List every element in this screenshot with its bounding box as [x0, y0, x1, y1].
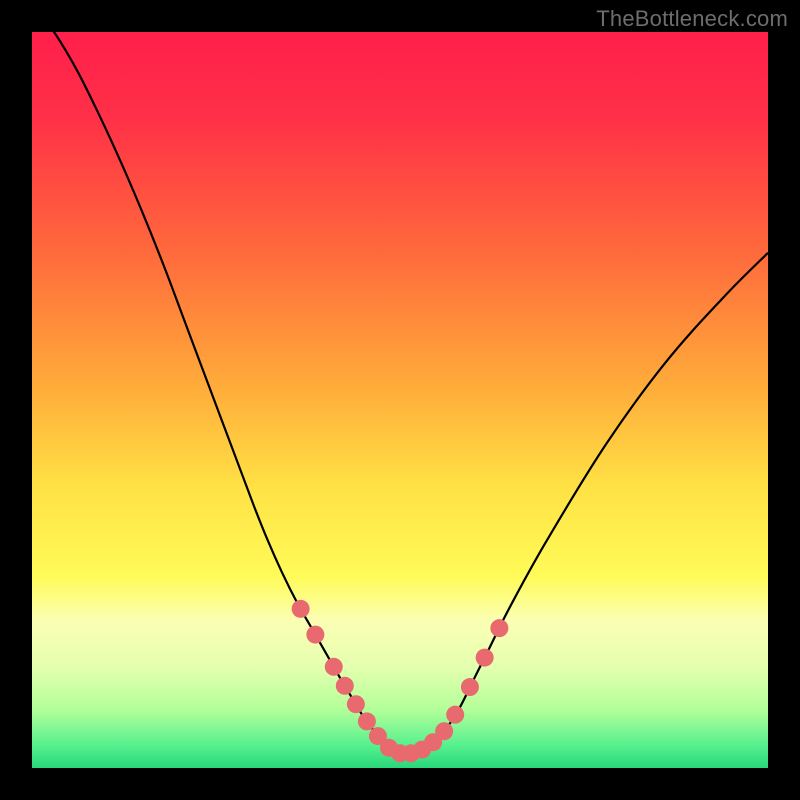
curve-marker	[347, 695, 365, 713]
chart-svg	[32, 32, 768, 768]
curve-marker	[358, 712, 376, 730]
curve-marker	[446, 706, 464, 724]
curve-marker	[336, 677, 354, 695]
curve-marker	[292, 600, 310, 618]
curve-marker	[325, 658, 343, 676]
curve-marker	[306, 626, 324, 644]
plot-area	[32, 32, 768, 768]
curve-marker	[435, 722, 453, 740]
curve-markers-group	[292, 600, 509, 762]
curve-marker	[476, 649, 494, 667]
curve-marker	[461, 678, 479, 696]
curve-marker	[490, 619, 508, 637]
outer-frame: TheBottleneck.com	[0, 0, 800, 800]
watermark-text: TheBottleneck.com	[596, 6, 788, 32]
bottleneck-curve	[32, 32, 768, 754]
